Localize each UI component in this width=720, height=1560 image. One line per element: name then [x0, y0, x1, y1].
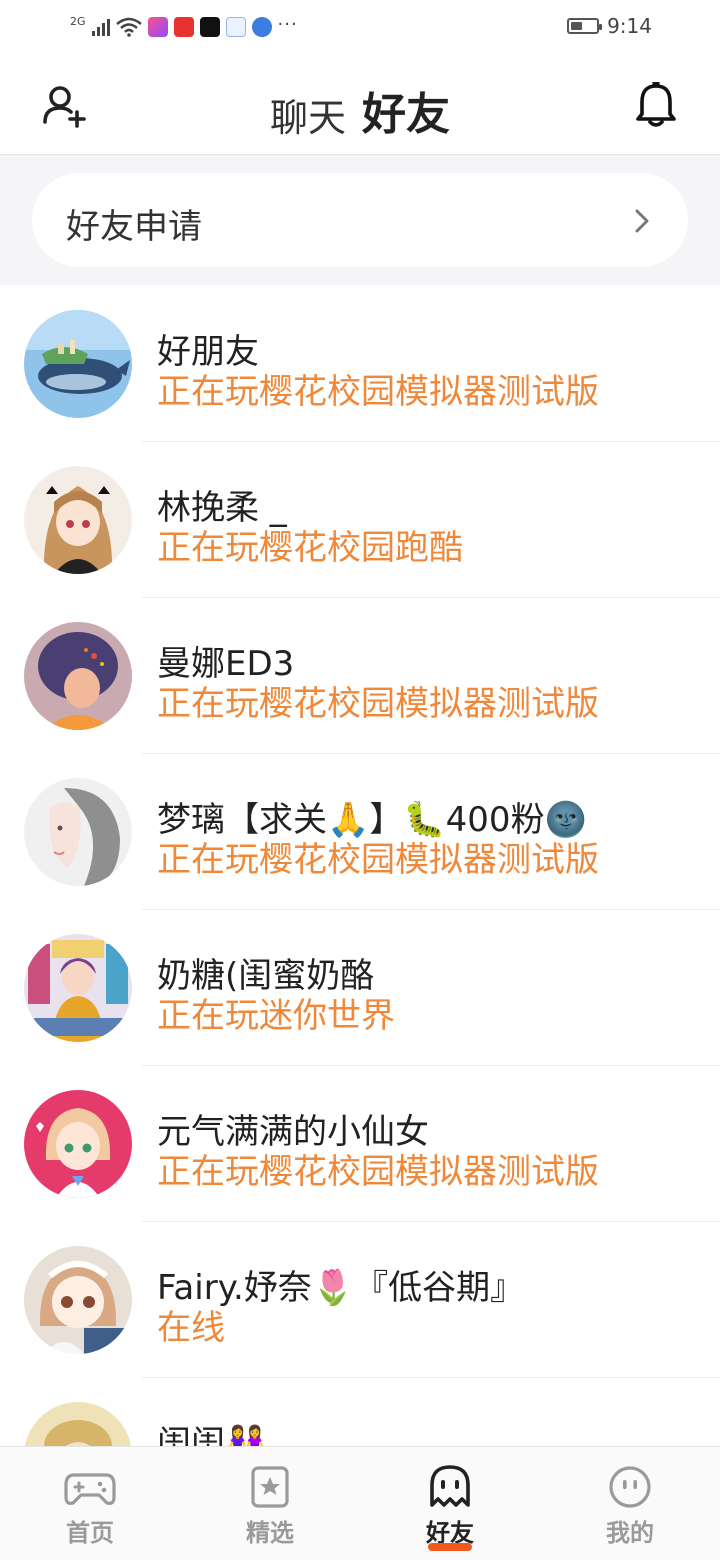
friend-status: 正在玩樱花校园跑酷 [157, 528, 463, 568]
avatar [24, 1246, 132, 1354]
face-icon [609, 1466, 651, 1508]
browser-icon [251, 17, 272, 37]
friend-row[interactable]: 曼娜ED3 正在玩樱花校园模拟器测试版 [0, 598, 720, 754]
more-notifications-icon: ··· [277, 13, 298, 35]
signal-icon [91, 18, 110, 36]
friend-request-section: 好友申请 [0, 155, 720, 285]
friend-row[interactable]: 奶糖(闺蜜奶酪 正在玩迷你世界 [0, 910, 720, 1066]
friend-request-button[interactable]: 好友申请 [32, 173, 688, 267]
friend-status: 正在玩樱花校园模拟器测试版 [157, 372, 599, 412]
friend-status: 正在玩樱花校园模拟器测试版 [157, 1152, 599, 1192]
nav-home-label: 首页 [66, 1519, 114, 1547]
avatar [24, 622, 132, 730]
nav-mine[interactable]: 我的 [540, 1447, 720, 1560]
avatar [24, 1090, 132, 1198]
news-app-icon [173, 17, 194, 37]
nav-friends[interactable]: 好友 [360, 1447, 540, 1560]
nav-mine-label: 我的 [606, 1519, 654, 1547]
nav-featured-label: 精选 [246, 1519, 294, 1547]
network-type: 2G [70, 14, 86, 28]
top-bar: 聊天 好友 [0, 56, 720, 162]
avatar [24, 466, 132, 574]
friend-row[interactable]: 好朋友 正在玩樱花校园模拟器测试版 [0, 286, 720, 442]
friend-status: 在线 [157, 1308, 225, 1348]
friend-row[interactable]: 元气满满的小仙女 正在玩樱花校园模拟器测试版 [0, 1066, 720, 1222]
clock: 9:14 [607, 14, 652, 38]
chevron-right-icon [635, 209, 649, 233]
top-tabs: 聊天 好友 [0, 78, 720, 162]
video-app-icon [147, 17, 168, 37]
gamepad-icon [64, 1473, 116, 1505]
bottom-nav: 首页 精选 好友 我的 [0, 1446, 720, 1560]
ai-app-icon [225, 17, 246, 37]
tab-friends[interactable]: 好友 [362, 78, 450, 162]
friend-request-label: 好友申请 [66, 207, 202, 247]
friends-screen: 2G ··· 9:14 聊天 好友 好友申请 好朋友 正在玩樱花校园模拟器测试版… [0, 0, 720, 1560]
bell-icon[interactable] [634, 82, 678, 128]
tab-friends-label: 好友 [362, 89, 450, 140]
friend-row[interactable]: 梦璃【求关🙏】🐛400粉🌚 正在玩樱花校园模拟器测试版 [0, 754, 720, 910]
battery-icon [567, 18, 603, 34]
tiktok-icon [199, 17, 220, 37]
wifi-icon [115, 17, 142, 37]
status-bar-left: 2G ··· [70, 12, 298, 42]
tab-chat[interactable]: 聊天 [270, 87, 346, 142]
avatar [24, 310, 132, 418]
status-bar: 2G ··· 9:14 [0, 0, 720, 56]
battery-level [571, 22, 582, 30]
avatar [24, 934, 132, 1042]
star-badge-icon [251, 1466, 289, 1508]
nav-active-indicator [428, 1543, 472, 1551]
friend-row[interactable]: 林挽柔 _ 正在玩樱花校园跑酷 [0, 442, 720, 598]
friend-status: 正在玩樱花校园模拟器测试版 [157, 840, 599, 880]
friend-status: 正在玩迷你世界 [157, 996, 395, 1036]
status-bar-right: 9:14 [567, 14, 652, 38]
nav-featured[interactable]: 精选 [180, 1447, 360, 1560]
friend-status: 正在玩樱花校园模拟器测试版 [157, 684, 599, 724]
friend-list: 好朋友 正在玩樱花校园模拟器测试版 林挽柔 _ 正在玩樱花校园跑酷 曼娜ED3 … [0, 286, 720, 1534]
avatar [24, 778, 132, 886]
ghost-icon [430, 1465, 470, 1507]
friend-row[interactable]: Fairy.妤奈🌷『低谷期』 在线 [0, 1222, 720, 1378]
nav-home[interactable]: 首页 [0, 1447, 180, 1560]
